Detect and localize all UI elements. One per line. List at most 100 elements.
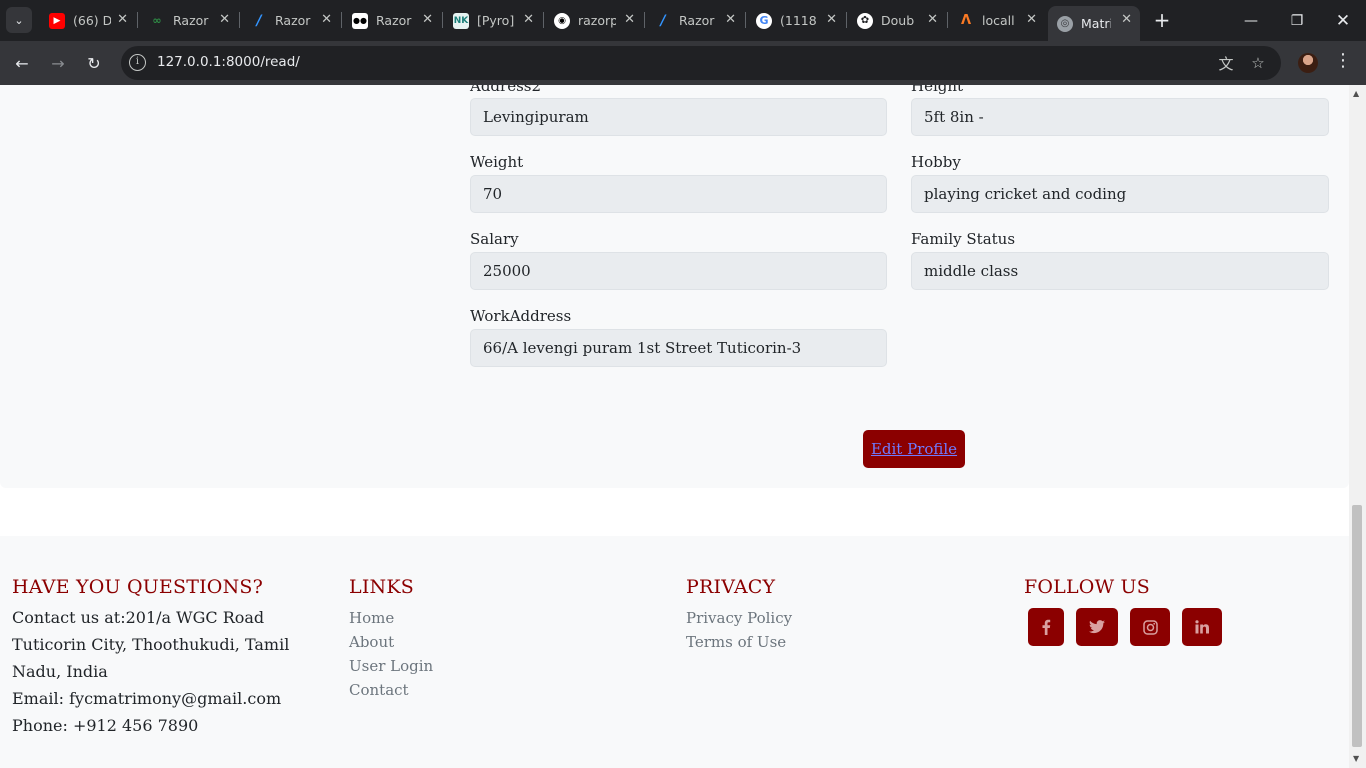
browser-toolbar: ← → ↻ i 127.0.0.1:8000/read/ 文 ☆ ⋮ <box>0 41 1366 85</box>
footer-link-about[interactable]: About <box>349 630 433 654</box>
twitter-button[interactable] <box>1076 608 1118 646</box>
close-icon[interactable]: ✕ <box>422 12 433 27</box>
browser-tab[interactable]: NK [Pyro] ✕ <box>444 6 542 35</box>
tab-divider <box>745 12 746 28</box>
footer-link-user-login[interactable]: User Login <box>349 654 433 678</box>
browser-tab[interactable]: ▶ (66) D ✕ <box>40 6 136 35</box>
browser-tab[interactable]: ✿ Doub ✕ <box>848 6 946 35</box>
site-info-icon[interactable]: i <box>129 54 146 71</box>
work-address-label: WorkAddress <box>470 307 572 325</box>
forward-arrow-icon[interactable]: → <box>44 49 72 77</box>
hobby-field[interactable]: playing cricket and coding <box>911 175 1329 213</box>
window-close-icon[interactable]: ✕ <box>1320 0 1366 41</box>
close-icon[interactable]: ✕ <box>219 12 230 27</box>
browser-tab[interactable]: / Razor ✕ <box>646 6 744 35</box>
close-icon[interactable]: ✕ <box>117 12 128 27</box>
instagram-icon <box>1142 619 1158 635</box>
browser-tab[interactable]: Λ locall ✕ <box>949 6 1045 35</box>
browser-tab[interactable]: ●● Razor ✕ <box>343 6 441 35</box>
translate-icon[interactable]: 文 <box>1215 52 1237 74</box>
new-tab-plus-icon[interactable]: + <box>1150 8 1174 32</box>
browser-tab-bar: ⌄ ▶ (66) D ✕ ∞ Razor ✕ / Razor ✕ ●● Razo… <box>0 0 1366 41</box>
instagram-button[interactable] <box>1130 608 1170 646</box>
close-icon[interactable]: ✕ <box>1026 12 1037 27</box>
back-arrow-icon[interactable]: ← <box>8 49 36 77</box>
salary-field[interactable]: 25000 <box>470 252 887 290</box>
scroll-up-arrow-icon[interactable]: ▲ <box>1353 89 1359 98</box>
scroll-down-arrow-icon[interactable]: ▼ <box>1353 754 1359 763</box>
social-buttons <box>1028 608 1234 646</box>
youtube-icon: ▶ <box>49 12 65 29</box>
scrollbar-thumb[interactable] <box>1352 505 1362 747</box>
medium-icon: ●● <box>352 12 368 29</box>
reload-icon[interactable]: ↻ <box>80 49 108 77</box>
contact-address: Contact us at:201/a WGC Road Tuticorin C… <box>12 608 290 681</box>
edit-profile-link[interactable]: Edit Profile <box>871 440 957 458</box>
browser-tab-active[interactable]: ◎ Matri ✕ <box>1048 6 1140 41</box>
linkedin-button[interactable] <box>1182 608 1222 646</box>
close-icon[interactable]: ✕ <box>1121 12 1132 27</box>
close-icon[interactable]: ✕ <box>927 12 938 27</box>
minimize-icon[interactable]: — <box>1228 0 1274 41</box>
tab-divider <box>947 12 948 28</box>
browser-tab[interactable]: ◉ razorp ✕ <box>545 6 643 35</box>
razorpay-icon: / <box>660 12 666 29</box>
tab-divider <box>239 12 240 28</box>
footer-link-terms-of-use[interactable]: Terms of Use <box>686 630 792 654</box>
address2-field[interactable]: Levingipuram <box>470 98 887 136</box>
hobby-label: Hobby <box>911 153 961 171</box>
work-address-field[interactable]: 66/A levengi puram 1st Street Tuticorin-… <box>470 329 887 367</box>
address2-label: Address2 <box>470 85 542 95</box>
address-bar[interactable]: i 127.0.0.1:8000/read/ 文 ☆ <box>121 46 1281 80</box>
family-status-field[interactable]: middle class <box>911 252 1329 290</box>
close-icon[interactable]: ✕ <box>624 12 635 27</box>
tab-divider <box>442 12 443 28</box>
openai-icon: ✿ <box>857 12 873 29</box>
restore-icon[interactable]: ❐ <box>1274 0 1320 41</box>
footer-follow-column: FOLLOW US <box>1024 576 1234 646</box>
footer-privacy-column: PRIVACY Privacy Policy Terms of Use <box>686 576 792 654</box>
close-icon[interactable]: ✕ <box>523 12 534 27</box>
weight-field[interactable]: 70 <box>470 175 887 213</box>
menu-kebab-icon[interactable]: ⋮ <box>1334 50 1352 71</box>
tab-divider <box>543 12 544 28</box>
footer-links-list: Home About User Login Contact <box>349 606 433 702</box>
globe-icon: ◎ <box>1057 15 1073 32</box>
contact-email: Email: fycmatrimony@gmail.com <box>12 689 282 708</box>
footer-links-column: LINKS Home About User Login Contact <box>349 576 433 702</box>
footer-privacy-list: Privacy Policy Terms of Use <box>686 606 792 654</box>
edit-profile-button[interactable]: Edit Profile <box>863 430 965 468</box>
url-text[interactable]: 127.0.0.1:8000/read/ <box>157 54 300 70</box>
github-icon: ◉ <box>554 12 570 29</box>
page-viewport: Address2 Levingipuram Height 5ft 8in - W… <box>0 85 1349 768</box>
questions-heading: HAVE YOU QUESTIONS? <box>12 576 264 598</box>
xampp-icon: Λ <box>960 13 972 28</box>
footer-link-home[interactable]: Home <box>349 606 433 630</box>
tab-search-chevron-icon[interactable]: ⌄ <box>6 7 32 33</box>
browser-tab[interactable]: ∞ Razor ✕ <box>140 6 238 35</box>
footer-link-privacy-policy[interactable]: Privacy Policy <box>686 606 792 630</box>
facebook-button[interactable] <box>1028 608 1064 646</box>
contact-details: Contact us at:201/a WGC Road Tuticorin C… <box>12 604 332 739</box>
browser-tab[interactable]: / Razor ✕ <box>242 6 340 35</box>
razorpay-icon: / <box>256 12 262 29</box>
footer-questions-column: HAVE YOU QUESTIONS? Contact us at:201/a … <box>12 576 332 739</box>
height-field[interactable]: 5ft 8in - <box>911 98 1329 136</box>
page-scrollbar[interactable]: ▲ ▼ <box>1349 85 1366 768</box>
close-icon[interactable]: ✕ <box>725 12 736 27</box>
footer-link-contact[interactable]: Contact <box>349 678 433 702</box>
google-icon: G <box>756 12 772 29</box>
salary-label: Salary <box>470 230 519 248</box>
geeksforgeeks-icon: ∞ <box>152 14 162 27</box>
close-icon[interactable]: ✕ <box>826 12 837 27</box>
follow-heading: FOLLOW US <box>1024 576 1150 598</box>
weight-label: Weight <box>470 153 524 171</box>
twitter-icon <box>1089 620 1105 634</box>
browser-tab[interactable]: G (1118 ✕ <box>747 6 845 35</box>
profile-avatar[interactable] <box>1298 53 1318 73</box>
links-heading: LINKS <box>349 576 414 598</box>
site-footer: HAVE YOU QUESTIONS? Contact us at:201/a … <box>0 536 1349 768</box>
bookmark-star-icon[interactable]: ☆ <box>1247 52 1269 74</box>
close-icon[interactable]: ✕ <box>321 12 332 27</box>
profile-card: Address2 Levingipuram Height 5ft 8in - W… <box>0 85 1349 488</box>
